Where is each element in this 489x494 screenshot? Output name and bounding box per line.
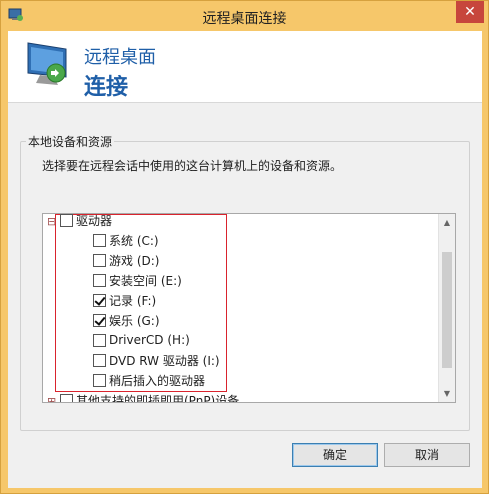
- tree-item-drive-e[interactable]: 安装空间 (E:): [93, 270, 182, 290]
- close-button[interactable]: ✕: [456, 1, 484, 23]
- group-description: 选择要在远程会话中使用的这台计算机上的设备和资源。: [42, 159, 343, 173]
- device-tree[interactable]: ⊟ 驱动器 系统 (C:) 游戏 (D:) 安装空间 (E:) 记录 (F:): [42, 213, 456, 403]
- scroll-down-icon[interactable]: ▼: [439, 385, 455, 402]
- tree-node-label: 其他支持的即插即用(PnP)设备: [76, 393, 240, 403]
- tree-item-label: DriverCD (H:): [109, 333, 190, 347]
- banner-title-line2: 连接: [84, 75, 129, 100]
- tree-node-label: 驱动器: [76, 213, 113, 228]
- tree-item-later-drives[interactable]: 稍后插入的驱动器: [93, 370, 205, 390]
- tree-item-label: 稍后插入的驱动器: [109, 373, 206, 388]
- checkbox-drives[interactable]: [60, 214, 73, 227]
- checkbox-drive-d[interactable]: [93, 253, 106, 267]
- tree-item-label: 安装空间 (E:): [109, 273, 182, 288]
- checkbox-drive-c[interactable]: [93, 233, 106, 247]
- banner-title-line1: 远程桌面: [84, 47, 156, 68]
- dialog-client-area: 远程桌面 连接 本地设备和资源 选择要在远程会话中使用的这台计算机上的设备和资源…: [8, 31, 482, 488]
- tree-item-drive-h[interactable]: DriverCD (H:): [93, 330, 190, 350]
- checkbox-drive-h[interactable]: [93, 333, 106, 347]
- checkbox-drive-i[interactable]: [93, 353, 106, 367]
- tree-item-label: DVD RW 驱动器 (I:): [109, 353, 220, 368]
- title-bar[interactable]: 远程桌面连接 ✕: [1, 1, 488, 31]
- scroll-up-icon[interactable]: ▲: [439, 214, 455, 231]
- vertical-scrollbar[interactable]: ▲ ▼: [438, 214, 455, 402]
- checkbox-drive-g[interactable]: [93, 313, 106, 327]
- tree-item-drive-c[interactable]: 系统 (C:): [93, 230, 159, 250]
- group-label: 本地设备和资源: [26, 133, 115, 150]
- tree-item-drive-f[interactable]: 记录 (F:): [93, 290, 156, 310]
- tree-item-drive-i[interactable]: DVD RW 驱动器 (I:): [93, 350, 220, 370]
- tree-item-label: 游戏 (D:): [109, 253, 160, 268]
- dialog-window: 远程桌面连接 ✕ 远程桌面 连接 本地设备和资源 选择要在远程会话中使用的这台计…: [0, 0, 489, 494]
- ok-button[interactable]: 确定: [292, 443, 378, 467]
- checkbox-pnp-devices[interactable]: [60, 393, 73, 402]
- tree-item-label: 记录 (F:): [109, 293, 157, 308]
- collapse-icon[interactable]: ⊟: [47, 216, 56, 227]
- monitor-icon: [27, 42, 67, 85]
- tree-item-label: 娱乐 (G:): [109, 313, 160, 328]
- checkbox-drive-e[interactable]: [93, 273, 106, 287]
- tree-node-drives[interactable]: ⊟ 驱动器: [47, 213, 113, 230]
- header-banner: 远程桌面 连接: [8, 31, 482, 103]
- checkbox-later-drives[interactable]: [93, 373, 106, 387]
- checkbox-drive-f[interactable]: [93, 293, 106, 307]
- expand-icon[interactable]: ⊞: [47, 396, 56, 403]
- scroll-thumb[interactable]: [442, 252, 452, 368]
- tree-item-drive-g[interactable]: 娱乐 (G:): [93, 310, 160, 330]
- tree-item-drive-d[interactable]: 游戏 (D:): [93, 250, 159, 270]
- window-title: 远程桌面连接: [202, 11, 287, 27]
- cancel-button[interactable]: 取消: [384, 443, 470, 467]
- tree-node-pnp-devices[interactable]: ⊞ 其他支持的即插即用(PnP)设备: [47, 390, 240, 403]
- tree-item-label: 系统 (C:): [109, 233, 159, 248]
